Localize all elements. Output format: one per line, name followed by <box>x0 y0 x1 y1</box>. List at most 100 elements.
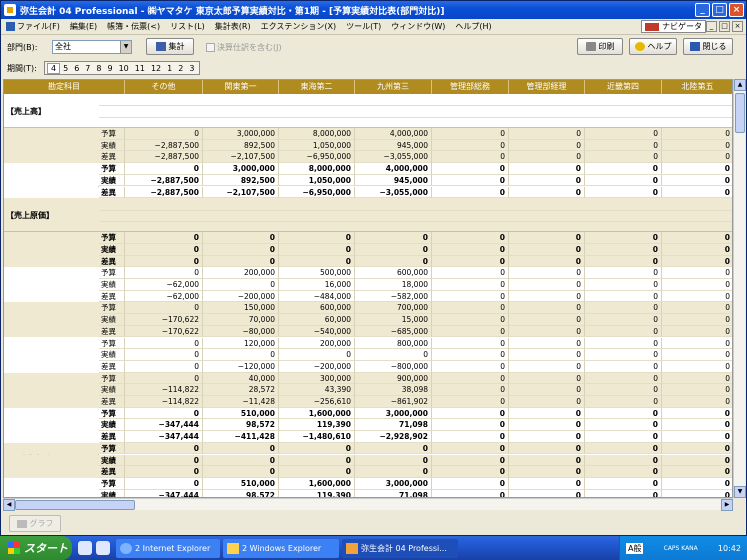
table-cell[interactable]: 0 <box>125 163 203 175</box>
table-cell[interactable]: 945,000 <box>355 174 432 187</box>
table-row[interactable]: 予算 0 510,000 1,600,000 3,000,000 0 0 0 0 <box>4 407 732 420</box>
table-cell[interactable]: 0 <box>662 256 732 268</box>
table-cell[interactable]: 945,000 <box>355 139 432 152</box>
table-cell[interactable]: 0 <box>662 396 732 408</box>
table-cell[interactable]: 0 <box>203 454 279 467</box>
table-cell[interactable]: 0 <box>662 302 732 315</box>
dept-select[interactable]: 全社 ▼ <box>52 40 132 54</box>
table-cell[interactable]: 3,000,000 <box>355 407 432 420</box>
table-cell[interactable]: 0 <box>432 466 509 478</box>
table-cell[interactable]: 0 <box>355 349 432 361</box>
table-row[interactable]: 実績 −2,887,500 892,500 1,050,000 945,000 0 0 0 0 <box>4 139 732 152</box>
table-cell[interactable]: 0 <box>279 442 355 455</box>
table-cell[interactable]: 0 <box>509 407 585 420</box>
table-cell[interactable]: 510,000 <box>203 407 279 420</box>
table-cell[interactable]: 0 <box>125 349 203 361</box>
table-cell[interactable]: −861,902 <box>355 396 432 408</box>
table-cell[interactable]: 0 <box>509 337 585 350</box>
table-cell[interactable]: 4,000,000 <box>355 163 432 175</box>
table-cell[interactable]: −62,000 <box>125 290 203 303</box>
table-cell[interactable]: 0 <box>125 372 203 385</box>
table-cell[interactable]: 4,000,000 <box>355 128 432 140</box>
table-cell[interactable]: 600,000 <box>355 267 432 279</box>
vertical-scrollbar[interactable]: ▲ ▼ <box>733 79 746 498</box>
table-cell[interactable]: −685,000 <box>355 325 432 338</box>
table-cell[interactable]: 0 <box>585 232 662 244</box>
horizontal-scrollbar[interactable]: ◀ ▶ <box>3 498 733 511</box>
table-cell[interactable]: 200,000 <box>279 337 355 350</box>
menu-list[interactable]: リスト(L) <box>165 21 210 32</box>
table-cell[interactable]: 0 <box>509 396 585 408</box>
table-cell[interactable]: 0 <box>125 360 203 373</box>
period-month[interactable]: 8 <box>93 64 104 73</box>
table-cell[interactable]: 0 <box>432 163 509 175</box>
table-cell[interactable]: 0 <box>585 431 662 443</box>
table-cell[interactable]: 0 <box>585 128 662 140</box>
checkbox-box[interactable] <box>206 43 215 52</box>
table-cell[interactable]: 0 <box>509 442 585 455</box>
table-cell[interactable]: 0 <box>509 174 585 187</box>
table-cell[interactable]: 150,000 <box>203 302 279 315</box>
table-cell[interactable]: 0 <box>662 490 732 497</box>
table-cell[interactable]: 0 <box>585 396 662 408</box>
table-cell[interactable]: −11,428 <box>203 396 279 408</box>
table-cell[interactable]: 0 <box>662 373 732 385</box>
table-cell[interactable]: 0 <box>203 232 279 244</box>
table-cell[interactable]: 0 <box>585 372 662 385</box>
aggregate-button[interactable]: 集計 <box>146 38 194 55</box>
table-cell[interactable]: 0 <box>509 466 585 478</box>
column-header[interactable]: 勘定科目 <box>4 80 125 94</box>
table-row[interactable]: 差異 0 0 0 0 0 0 0 0 <box>4 255 732 268</box>
table-cell[interactable]: 0 <box>125 337 203 350</box>
table-cell[interactable]: 0 <box>585 151 662 164</box>
scroll-up-icon[interactable]: ▲ <box>734 79 746 91</box>
table-cell[interactable]: 700,000 <box>355 302 432 315</box>
table-cell[interactable]: −6,950,000 <box>279 151 355 164</box>
table-cell[interactable]: −347,444 <box>125 431 203 443</box>
quicklaunch-desktop-icon[interactable] <box>78 541 92 555</box>
table-row[interactable]: 予算 0 200,000 500,000 600,000 0 0 0 0 <box>4 267 732 279</box>
table-cell[interactable]: 0 <box>585 407 662 420</box>
table-cell[interactable]: 0 <box>662 140 732 152</box>
table-cell[interactable]: −2,107,500 <box>203 151 279 164</box>
table-cell[interactable]: 15,000 <box>355 314 432 326</box>
table-cell[interactable]: 70,000 <box>203 314 279 326</box>
table-cell[interactable]: 1,600,000 <box>279 477 355 490</box>
column-header[interactable]: 東海第二 <box>279 80 355 94</box>
table-cell[interactable]: −120,000 <box>203 360 279 373</box>
table-cell[interactable]: 0 <box>509 372 585 385</box>
chevron-down-icon[interactable]: ▼ <box>120 41 131 53</box>
table-cell[interactable]: 0 <box>662 478 732 490</box>
table-cell[interactable]: 0 <box>432 255 509 268</box>
table-cell[interactable]: 0 <box>432 325 509 338</box>
table-cell[interactable]: 0 <box>585 454 662 467</box>
table-cell[interactable]: −62,000 <box>125 279 203 291</box>
table-cell[interactable]: 0 <box>432 186 509 199</box>
table-cell[interactable]: 1,050,000 <box>279 174 355 187</box>
table-cell[interactable]: 0 <box>585 302 662 315</box>
table-cell[interactable]: 0 <box>432 419 509 432</box>
table-row[interactable]: 差異 −170,622 −80,000 −540,000 −685,000 0 0 0 0 <box>4 325 732 338</box>
table-cell[interactable]: 0 <box>509 290 585 303</box>
table-cell[interactable]: 0 <box>125 302 203 315</box>
table-cell[interactable]: 0 <box>585 314 662 326</box>
table-cell[interactable]: 28,572 <box>203 384 279 396</box>
table-cell[interactable]: −170,622 <box>125 314 203 326</box>
table-cell[interactable]: 0 <box>125 243 203 256</box>
table-cell[interactable]: 0 <box>125 442 203 455</box>
table-cell[interactable]: −540,000 <box>279 325 355 338</box>
table-cell[interactable]: 38,098 <box>355 384 432 396</box>
table-cell[interactable]: 0 <box>432 151 509 164</box>
table-cell[interactable]: 510,000 <box>203 477 279 490</box>
table-cell[interactable]: 0 <box>585 489 662 497</box>
table-cell[interactable]: 0 <box>585 384 662 396</box>
table-cell[interactable]: 0 <box>585 267 662 279</box>
table-cell[interactable]: 0 <box>432 128 509 140</box>
table-cell[interactable]: 0 <box>509 419 585 432</box>
scroll-right-icon[interactable]: ▶ <box>721 499 733 511</box>
help-button[interactable]: ヘルプ <box>629 38 677 55</box>
table-cell[interactable]: 0 <box>432 360 509 373</box>
table-cell[interactable]: −347,444 <box>125 489 203 497</box>
table-cell[interactable]: 0 <box>432 267 509 279</box>
table-cell[interactable]: 0 <box>509 151 585 164</box>
